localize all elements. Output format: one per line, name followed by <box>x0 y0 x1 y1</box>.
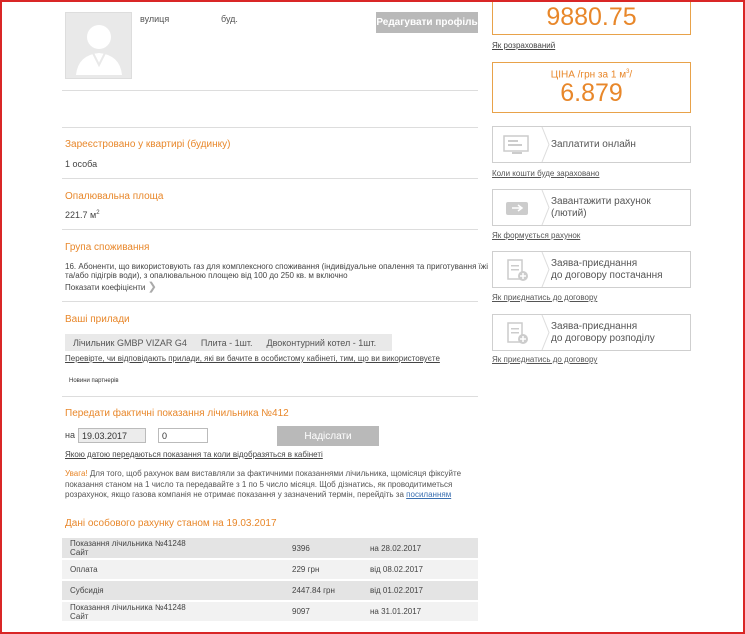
supply-join-link[interactable]: Як приєднатись до договору <box>492 293 597 302</box>
consumption-group-description: 16. Абоненти, що використовують газ для … <box>65 262 488 280</box>
table-row: Субсидія 2447.84 грн від 01.02.2017 <box>62 580 478 602</box>
chevron-separator-icon <box>541 251 551 288</box>
chevron-separator-icon <box>541 126 551 163</box>
devices-title: Ваші прилади <box>65 314 130 325</box>
distribution-join-link[interactable]: Як приєднатись до договору <box>492 355 597 364</box>
divider <box>62 301 478 302</box>
account-table: Показання лічильника №41248 Сайт 9396 на … <box>62 538 478 623</box>
date-input[interactable]: 19.03.2017 <box>78 428 146 443</box>
warning-link[interactable]: посиланням <box>406 490 451 499</box>
distribution-contract-label: Заява-приєднання до договору розподілу <box>551 320 655 344</box>
pay-online-label: Заплатити онлайн <box>551 138 636 150</box>
registered-title: Зареєстровано у квартирі (будинку) <box>65 139 231 150</box>
date-info-link[interactable]: Якою датою передаються показання та коли… <box>65 450 323 459</box>
on-date-label: на <box>65 430 75 440</box>
table-row: Показання лічильника №41248 Сайт 9396 на … <box>62 538 478 560</box>
avatar <box>65 12 132 79</box>
document-add-icon <box>493 252 541 287</box>
table-row: Оплата 229 грн від 08.02.2017 <box>62 559 478 581</box>
bill-download-icon <box>493 190 541 225</box>
device-boiler: Двоконтурний котел - 1шт. <box>266 337 377 348</box>
reading-input[interactable]: 0 <box>158 428 208 443</box>
divider <box>62 396 478 397</box>
bill-formed-link[interactable]: Як формується рахунок <box>492 231 580 240</box>
divider <box>62 127 478 128</box>
price-box: ЦІНА /грн за 1 м3/ 6.879 <box>492 62 691 113</box>
supply-contract-label: Заява-приєднання до договору постачання <box>551 257 663 281</box>
send-button[interactable]: Надіслати <box>277 426 379 446</box>
devices-list: Лічильник GMBP VIZAR G4 Плита - 1шт. Дво… <box>65 334 392 351</box>
download-bill-button[interactable]: Завантажити рахунок (лютий) <box>492 189 691 226</box>
payment-credit-link[interactable]: Коли кошти буде зараховано <box>492 169 599 178</box>
distribution-contract-button[interactable]: Заява-приєднання до договору розподілу <box>492 314 691 351</box>
price-value: 6.879 <box>560 79 623 108</box>
supply-contract-button[interactable]: Заява-приєднання до договору постачання <box>492 251 691 288</box>
user-silhouette-icon <box>76 25 122 75</box>
chevron-separator-icon <box>541 189 551 226</box>
download-bill-label: Завантажити рахунок (лютий) <box>551 195 651 219</box>
chevron-separator-icon <box>541 314 551 351</box>
meter-reading-title: Передати фактичні показання лічильника №… <box>65 408 289 419</box>
heated-area-title: Опалювальна площа <box>65 191 164 202</box>
divider <box>62 178 478 179</box>
account-title: Дані особового рахунку станом на 19.03.2… <box>65 518 277 529</box>
pay-online-button[interactable]: Заплатити онлайн <box>492 126 691 163</box>
divider <box>62 90 478 91</box>
table-row: Показання лічильника №41248 Сайт 9097 на … <box>62 601 478 623</box>
check-devices-link[interactable]: Перевірте, чи відповідають прилади, які … <box>65 354 440 363</box>
show-coefficients-link[interactable]: Показати коефіцієнти ❯ <box>65 280 157 293</box>
device-stove: Плита - 1шт. <box>200 337 253 348</box>
heated-area-value: 221.7 м2 <box>65 210 100 220</box>
warning-text: Увага! Для того, щоб рахунок вам виставл… <box>65 469 462 499</box>
building-label: буд. <box>221 14 238 24</box>
payment-screen-icon <box>493 127 541 162</box>
total-box: 9880.75 <box>492 0 691 35</box>
edit-profile-button[interactable]: Редагувати профіль <box>376 12 478 33</box>
chevron-right-icon: ❯ <box>147 281 157 293</box>
document-add-icon <box>493 315 541 350</box>
street-label: вулиця <box>140 14 170 24</box>
divider <box>62 229 478 230</box>
partners-news[interactable]: Новини партнерів <box>69 378 119 384</box>
registered-value: 1 особа <box>65 159 98 169</box>
device-meter: Лічильник GMBP VIZAR G4 <box>73 337 187 348</box>
how-calculated-link[interactable]: Як розрахований <box>492 41 555 50</box>
consumption-group-title: Група споживання <box>65 242 150 253</box>
total-amount: 9880.75 <box>546 3 637 31</box>
